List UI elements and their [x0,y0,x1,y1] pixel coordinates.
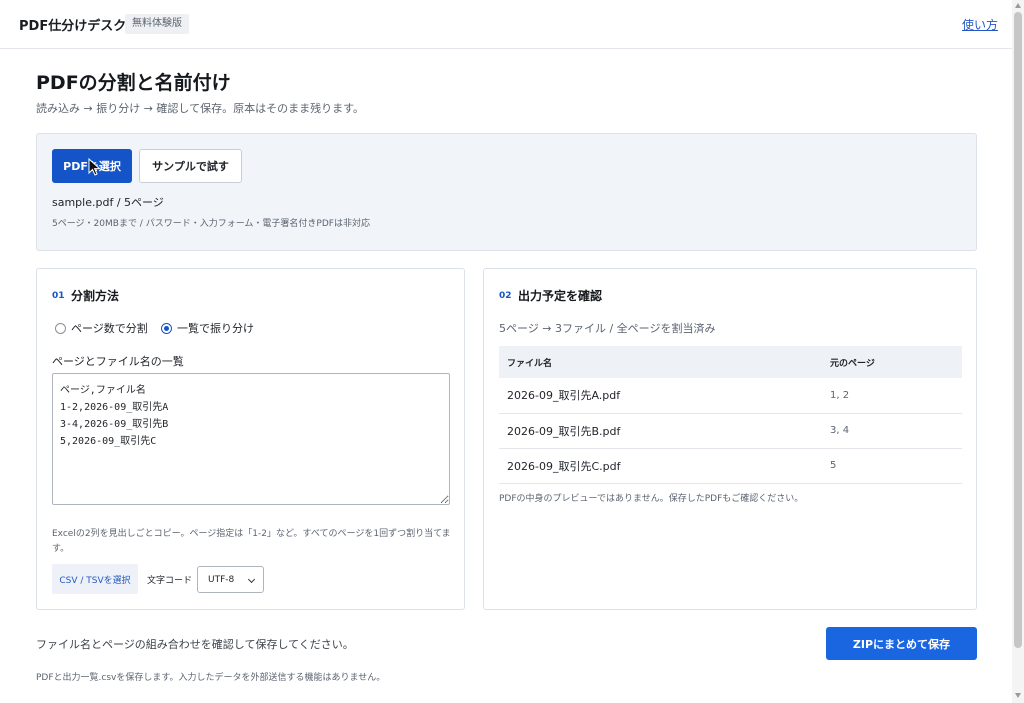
app-brand: PDF仕分けデスク [19,19,127,34]
step-number: 01 [52,291,65,301]
column-header-filename: ファイル名 [499,346,822,378]
split-method-heading: 分割方法 [71,289,120,303]
output-filename: 2026-09_取引先A.pdf [499,378,822,414]
preview-note: PDFの中身のプレビューではありません。保存したPDFもご確認ください。 [499,494,804,504]
mapping-hint: Excelの2列を見出しごとコピー。ページ指定は「1-2」など。すべてのページを… [52,529,451,554]
footer-message: ファイル名とページの組み合わせを確認して保存してください。 [36,638,354,651]
help-link[interactable]: 使い方 [962,16,998,33]
column-header-pages: 元のページ [822,346,962,378]
scroll-up-arrow-icon[interactable] [1015,3,1021,8]
radio-label: ページ数で分割 [71,322,148,335]
encoding-label: 文字コード [147,576,193,586]
radio-label: 一覧で振り分け [177,322,254,335]
encoding-select[interactable]: UTF-8 [197,566,264,593]
trial-badge: 無料体験版 [125,14,189,34]
top-bar: PDF仕分けデスク 無料体験版 使い方 [0,0,1012,49]
select-csv-button[interactable]: CSV / TSVを選択 [52,564,138,594]
output-filename: 2026-09_取引先C.pdf [499,448,822,484]
table-row: 2026-09_取引先B.pdf 3, 4 [499,413,962,449]
scroll-thumb[interactable] [1014,12,1022,648]
output-heading: 出力予定を確認 [518,289,603,303]
radio-button[interactable] [55,322,66,334]
split-method-card: 01 分割方法 ページ数で分割 一覧で振り分け ページとファイル名の一覧 ページ… [36,268,465,610]
scroll-down-arrow-icon[interactable] [1015,693,1021,698]
save-zip-button[interactable]: ZIPにまとめて保存 [826,627,977,660]
table-row: 2026-09_取引先A.pdf 1, 2 [499,378,962,414]
limit-note: 5ページ・20MBまで / パスワード・入力フォーム・電子署名付きPDFは非対応 [52,219,370,229]
output-filename: 2026-09_取引先B.pdf [499,413,822,449]
page-scrollbar[interactable] [1012,0,1024,703]
radio-split-by-pages[interactable]: ページ数で分割 [55,320,148,336]
mouse-cursor-icon [88,158,101,176]
mapping-list-label: ページとファイル名の一覧 [52,355,184,368]
output-pages: 5 [822,448,962,484]
output-summary: 5ページ → 3ファイル / 全ページを割当済み [499,322,716,335]
try-sample-button[interactable]: サンプルで試す [139,149,242,183]
footer-note: PDFと出力一覧.csvを保存します。入力したデータを外部送信する機能はありませ… [36,673,386,683]
step-number: 02 [499,291,512,301]
chevron-down-icon [247,575,256,584]
output-table: ファイル名 元のページ 2026-09_取引先A.pdf 1, 2 2026-0… [499,346,962,484]
loaded-file-info: sample.pdf / 5ページ [52,196,164,209]
output-preview-card: 02 出力予定を確認 5ページ → 3ファイル / 全ページを割当済み ファイル… [483,268,977,610]
radio-button[interactable] [161,322,172,334]
table-header-row: ファイル名 元のページ [499,346,962,378]
page-title: PDFの分割と名前付け [36,72,231,94]
output-pages: 1, 2 [822,378,962,414]
output-pages: 3, 4 [822,413,962,449]
encoding-value: UTF-8 [208,574,235,585]
radio-split-by-list[interactable]: 一覧で振り分け [161,320,254,336]
table-row: 2026-09_取引先C.pdf 5 [499,448,962,484]
mapping-textarea[interactable]: ページ,ファイル名 1-2,2026-09_取引先A 3-4,2026-09_取… [52,373,450,505]
upload-panel: PDFを選択 サンプルで試す sample.pdf / 5ページ 5ページ・20… [36,133,977,251]
page-subtitle: 読み込み → 振り分け → 確認して保存。原本はそのまま残ります。 [36,102,364,115]
